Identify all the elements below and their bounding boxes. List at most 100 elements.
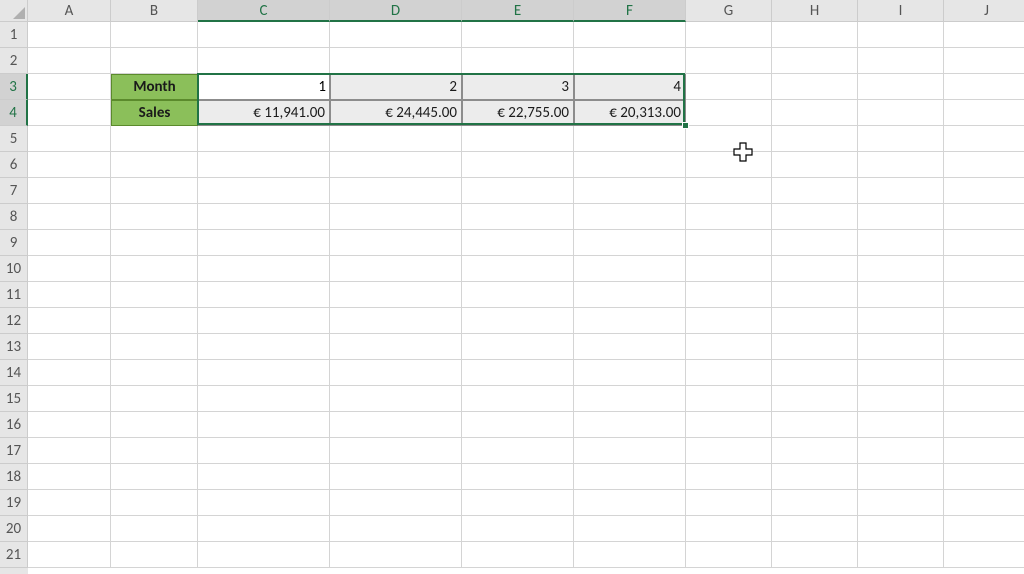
cell-A3[interactable] (28, 74, 111, 100)
cell-H20[interactable] (772, 516, 858, 542)
cell-I14[interactable] (858, 360, 944, 386)
cell-J20[interactable] (944, 516, 1024, 542)
cell-C15[interactable] (198, 386, 330, 412)
cell-D4[interactable]: € 24,445.00 (330, 100, 462, 126)
row-header-5[interactable]: 5 (0, 126, 28, 152)
cell-G16[interactable] (686, 412, 772, 438)
cell-F13[interactable] (574, 334, 686, 360)
cell-J5[interactable] (944, 126, 1024, 152)
cell-F19[interactable] (574, 490, 686, 516)
cell-H18[interactable] (772, 464, 858, 490)
cell-G4[interactable] (686, 100, 772, 126)
cell-B1[interactable] (111, 22, 198, 48)
cell-B9[interactable] (111, 230, 198, 256)
cell-B7[interactable] (111, 178, 198, 204)
cell-C7[interactable] (198, 178, 330, 204)
cell-E18[interactable] (462, 464, 574, 490)
cell-I1[interactable] (858, 22, 944, 48)
cell-B13[interactable] (111, 334, 198, 360)
cell-H12[interactable] (772, 308, 858, 334)
column-header-J[interactable]: J (944, 0, 1024, 22)
cell-A1[interactable] (28, 22, 111, 48)
cell-F4[interactable]: € 20,313.00 (574, 100, 686, 126)
cell-D17[interactable] (330, 438, 462, 464)
cell-G13[interactable] (686, 334, 772, 360)
cell-E3[interactable]: 3 (462, 74, 574, 100)
cell-E21[interactable] (462, 542, 574, 568)
cell-E16[interactable] (462, 412, 574, 438)
cell-E1[interactable] (462, 22, 574, 48)
cell-H6[interactable] (772, 152, 858, 178)
cell-E2[interactable] (462, 48, 574, 74)
cell-A15[interactable] (28, 386, 111, 412)
row-header-13[interactable]: 13 (0, 334, 28, 360)
cell-H9[interactable] (772, 230, 858, 256)
column-header-D[interactable]: D (330, 0, 462, 22)
cell-G10[interactable] (686, 256, 772, 282)
cell-C16[interactable] (198, 412, 330, 438)
cell-A10[interactable] (28, 256, 111, 282)
cell-A17[interactable] (28, 438, 111, 464)
cell-A9[interactable] (28, 230, 111, 256)
row-header-17[interactable]: 17 (0, 438, 28, 464)
cell-H16[interactable] (772, 412, 858, 438)
cell-C10[interactable] (198, 256, 330, 282)
cell-F10[interactable] (574, 256, 686, 282)
cell-C13[interactable] (198, 334, 330, 360)
cell-A2[interactable] (28, 48, 111, 74)
cell-E5[interactable] (462, 126, 574, 152)
cell-H11[interactable] (772, 282, 858, 308)
cell-I20[interactable] (858, 516, 944, 542)
cell-G3[interactable] (686, 74, 772, 100)
cell-H13[interactable] (772, 334, 858, 360)
cell-D13[interactable] (330, 334, 462, 360)
cell-F17[interactable] (574, 438, 686, 464)
cell-B12[interactable] (111, 308, 198, 334)
cell-J19[interactable] (944, 490, 1024, 516)
cell-B6[interactable] (111, 152, 198, 178)
cell-C5[interactable] (198, 126, 330, 152)
cell-G7[interactable] (686, 178, 772, 204)
cell-G11[interactable] (686, 282, 772, 308)
cell-G12[interactable] (686, 308, 772, 334)
cell-I16[interactable] (858, 412, 944, 438)
cell-E8[interactable] (462, 204, 574, 230)
cell-J8[interactable] (944, 204, 1024, 230)
cell-J1[interactable] (944, 22, 1024, 48)
cell-B16[interactable] (111, 412, 198, 438)
cell-H7[interactable] (772, 178, 858, 204)
cell-B14[interactable] (111, 360, 198, 386)
row-header-8[interactable]: 8 (0, 204, 28, 230)
cell-E12[interactable] (462, 308, 574, 334)
row-header-3[interactable]: 3 (0, 74, 28, 100)
cell-F6[interactable] (574, 152, 686, 178)
cell-F8[interactable] (574, 204, 686, 230)
row-header-14[interactable]: 14 (0, 360, 28, 386)
cell-A18[interactable] (28, 464, 111, 490)
cell-E6[interactable] (462, 152, 574, 178)
cell-A21[interactable] (28, 542, 111, 568)
cell-J9[interactable] (944, 230, 1024, 256)
cell-F12[interactable] (574, 308, 686, 334)
cell-G18[interactable] (686, 464, 772, 490)
select-all-corner[interactable] (0, 0, 28, 22)
cell-D19[interactable] (330, 490, 462, 516)
cell-G5[interactable] (686, 126, 772, 152)
row-header-20[interactable]: 20 (0, 516, 28, 542)
cell-D9[interactable] (330, 230, 462, 256)
cell-I6[interactable] (858, 152, 944, 178)
cell-A14[interactable] (28, 360, 111, 386)
cell-J17[interactable] (944, 438, 1024, 464)
cell-I15[interactable] (858, 386, 944, 412)
cell-A12[interactable] (28, 308, 111, 334)
cell-A5[interactable] (28, 126, 111, 152)
cell-A11[interactable] (28, 282, 111, 308)
cell-E11[interactable] (462, 282, 574, 308)
cell-G15[interactable] (686, 386, 772, 412)
cell-J4[interactable] (944, 100, 1024, 126)
cell-E9[interactable] (462, 230, 574, 256)
cell-D10[interactable] (330, 256, 462, 282)
cell-I18[interactable] (858, 464, 944, 490)
cell-F21[interactable] (574, 542, 686, 568)
cell-C8[interactable] (198, 204, 330, 230)
